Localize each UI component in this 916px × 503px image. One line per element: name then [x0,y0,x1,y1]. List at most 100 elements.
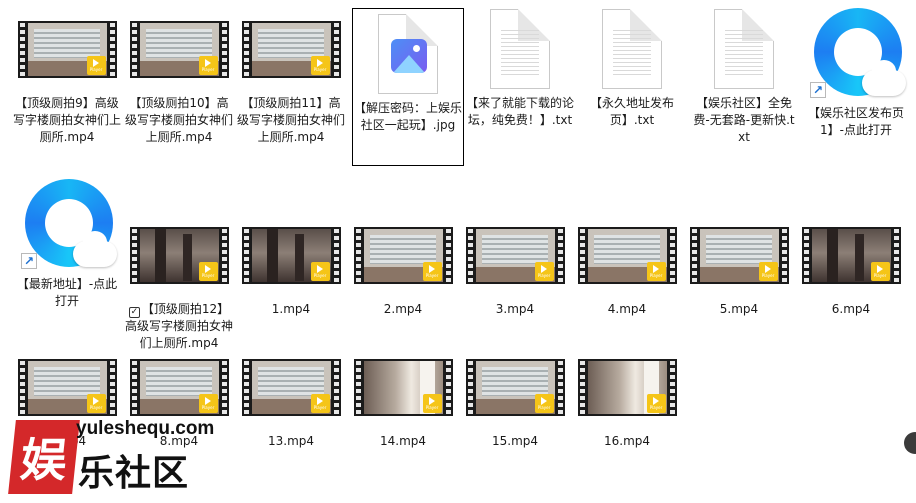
file-thumbnail: Player [465,342,565,432]
select-checkbox[interactable]: ✓ [128,307,140,318]
file-item[interactable]: Player ✓ 【顶级厕拍12】高级写字楼厕拍女神们上厕所.mp4 [123,210,235,352]
player-badge-label: Player [201,66,215,72]
file-thumbnail: Player [129,210,229,300]
text-file-icon [602,9,662,89]
shortcut-arrow-icon: ↗ [810,82,826,98]
file-name-text: 5.mp4 [719,302,759,316]
video-file-icon: Player [801,226,901,284]
file-name-text: 15.mp4 [491,434,539,448]
file-item[interactable]: Player 13.mp4 [235,342,347,450]
file-thumbnail: ↗ [806,4,906,104]
file-item[interactable]: ↗ 【娱乐社区发布页1】-点此打开 [800,4,912,139]
file-name: 【永久地址发布页】.txt [578,95,686,129]
file-name-text: 【永久地址发布页】.txt [589,96,674,127]
video-file-icon: Player [465,226,565,284]
player-badge-icon: Player [646,261,666,281]
file-name: 3.mp4 [461,301,569,318]
player-badge-label: Player [649,272,663,278]
file-item[interactable]: Player 【顶级厕拍10】高级写字楼厕拍女神们上厕所.mp4 [123,4,235,146]
file-item[interactable]: 【来了就能下载的论坛，纯免费！】.txt [464,4,576,129]
player-badge-icon: Player [310,393,330,413]
browser-shortcut-icon: ↗ [17,175,117,275]
file-name-text: 14.mp4 [379,434,427,448]
file-name: 16.mp4 [573,433,681,450]
browser-shortcut-icon: ↗ [806,4,906,104]
player-badge-label: Player [425,404,439,410]
file-item[interactable]: Player 【顶级厕拍11】高级写字楼厕拍女神们上厕所.mp4 [235,4,347,146]
player-badge-label: Player [873,272,887,278]
file-thumbnail: Player [353,342,453,432]
player-badge-label: Player [89,66,103,72]
file-thumbnail [694,4,794,94]
player-badge-label: Player [313,272,327,278]
file-item[interactable]: Player 1.mp4 [235,210,347,318]
file-item[interactable]: 【娱乐社区】全免费-无套路-更新快.txt [688,4,800,146]
video-file-icon: Player [577,226,677,284]
file-item[interactable]: Player 【顶级厕拍9】高级写字楼厕拍女神们上厕所.mp4 [11,4,123,146]
player-badge-icon: Player [758,261,778,281]
video-file-icon: Player [129,226,229,284]
file-name: 2.mp4 [349,301,457,318]
shortcut-arrow-icon: ↗ [21,253,37,269]
file-thumbnail: Player [129,4,229,94]
video-file-icon: Player [241,226,341,284]
player-badge-icon: Player [198,393,218,413]
video-file-icon: Player [17,358,117,416]
file-thumbnail [470,4,570,94]
file-item[interactable]: Player 15.mp4 [459,342,571,450]
file-thumbnail [358,9,458,99]
watermark-logo: 娱 [8,420,80,494]
watermark-domain: yuleshequ.com [76,418,215,439]
file-item[interactable]: Player 14.mp4 [347,342,459,450]
player-badge-icon: Player [198,261,218,281]
player-badge-icon: Player [646,393,666,413]
file-item[interactable]: Player 4.mp4 [571,210,683,318]
file-name-text: 【最新地址】-点此打开 [16,277,118,308]
file-name: 14.mp4 [349,433,457,450]
video-file-icon: Player [129,20,229,78]
player-badge-icon: Player [422,393,442,413]
file-thumbnail: Player [689,210,789,300]
player-badge-icon: Player [422,261,442,281]
file-name: 4.mp4 [573,301,681,318]
file-name-text: 4.mp4 [607,302,647,316]
video-file-icon: Player [577,358,677,416]
file-item[interactable]: 【解压密码：上娱乐社区一起玩】.jpg [352,8,464,166]
player-badge-label: Player [201,272,215,278]
file-thumbnail: Player [241,210,341,300]
scroll-handle[interactable] [904,432,916,454]
file-item[interactable]: Player 2.mp4 [347,210,459,318]
file-name: 【顶级厕拍10】高级写字楼厕拍女神们上厕所.mp4 [125,95,233,146]
file-item[interactable]: Player 6.mp4 [795,210,907,318]
file-thumbnail: ↗ [17,175,117,275]
file-name-text: 【顶级厕拍11】高级写字楼厕拍女神们上厕所.mp4 [237,96,346,144]
player-badge-icon: Player [310,261,330,281]
file-name: 【来了就能下载的论坛，纯免费！】.txt [466,95,574,129]
player-badge-icon: Player [310,55,330,75]
file-thumbnail: Player [801,210,901,300]
file-name: 【顶级厕拍11】高级写字楼厕拍女神们上厕所.mp4 [237,95,345,146]
file-thumbnail: Player [353,210,453,300]
player-badge-label: Player [537,272,551,278]
file-item[interactable]: 【永久地址发布页】.txt [576,4,688,129]
file-item[interactable]: Player 3.mp4 [459,210,571,318]
file-name-text: 【顶级厕拍10】高级写字楼厕拍女神们上厕所.mp4 [125,96,234,144]
watermark: 娱 yuleshequ.com 乐社区 [6,414,216,500]
file-item[interactable]: Player 5.mp4 [683,210,795,318]
player-badge-label: Player [313,404,327,410]
file-name-text: 【娱乐社区】全免费-无套路-更新快.txt [693,96,795,144]
video-file-icon: Player [353,226,453,284]
video-file-icon: Player [17,20,117,78]
file-thumbnail: Player [465,210,565,300]
file-name: 13.mp4 [237,433,345,450]
video-file-icon: Player [465,358,565,416]
file-name-text: 【解压密码：上娱乐社区一起玩】.jpg [354,101,463,132]
player-badge-icon: Player [534,393,554,413]
file-name-text: 1.mp4 [271,302,311,316]
file-item[interactable]: ↗ 【最新地址】-点此打开 [11,175,123,310]
file-name: 【娱乐社区】全免费-无套路-更新快.txt [690,95,798,146]
player-badge-icon: Player [870,261,890,281]
player-badge-label: Player [201,404,215,410]
file-item[interactable]: Player 16.mp4 [571,342,683,450]
text-file-icon [714,9,774,89]
